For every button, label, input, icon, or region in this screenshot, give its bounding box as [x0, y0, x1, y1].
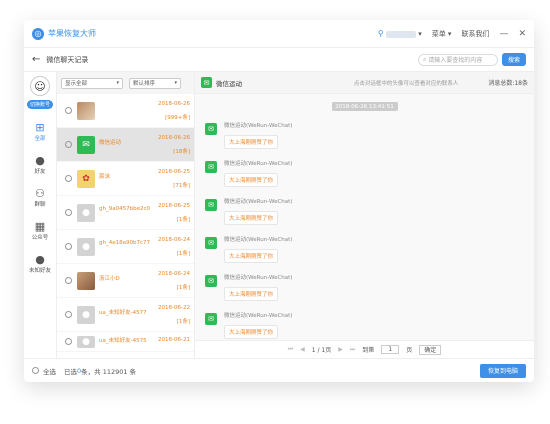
row-radio[interactable]: [65, 277, 72, 284]
row-radio[interactable]: [65, 243, 72, 250]
last-page-button[interactable]: ⏭: [350, 346, 355, 354]
search-input[interactable]: ⌕ 请输入要查找的内容: [417, 53, 498, 66]
first-page-button[interactable]: ⏮: [288, 346, 293, 354]
next-page-button[interactable]: ▶: [338, 346, 343, 353]
person-icon: ●: [35, 154, 45, 167]
default-avatar-icon: ●: [77, 335, 95, 348]
group-icon: ⚇: [35, 187, 45, 200]
chat-message: ✉ 微信运动(WeRun-WeChat) 大上海刚刚赞了你: [205, 197, 534, 225]
default-avatar-icon: ●: [77, 305, 95, 324]
page-number-input[interactable]: 1: [381, 345, 400, 354]
sidebar-item-all[interactable]: ⊞ 全部: [34, 121, 46, 143]
goto-label: 到第: [362, 347, 375, 354]
chat-message: ✉ 微信运动(WeRun-WeChat) 大上海刚刚赞了你: [205, 311, 534, 339]
selected-prefix: 已选: [64, 367, 77, 376]
page-info: 1 / 1页: [311, 347, 332, 354]
selected-suffix: 条，共 112901 条: [81, 367, 137, 376]
user-icon: ⚲: [377, 29, 384, 38]
sidebar-item-official[interactable]: ▦ 公众号: [31, 220, 49, 242]
chat-hint: 点击对话框中的头像可以查看对应的联系人: [353, 80, 459, 87]
select-all-radio[interactable]: [32, 367, 39, 374]
chat-message: ✉ 微信运动(WeRun-WeChat) 大上海刚刚赞了你: [205, 235, 534, 263]
list-item[interactable]: ✿ 宸沫 2018-06-25 [71条]: [57, 162, 194, 196]
app-window: ◎ 苹果恢复大师 ⚲ ▾ 菜单 ▾ 联系我们 — ✕ ← 微信聊天记录 ⌕ 请输…: [24, 20, 534, 382]
sidebar-item-label: 全部: [34, 136, 46, 142]
sidebar-item-label: 未知好友: [28, 268, 51, 274]
page-title: 微信聊天记录: [46, 55, 89, 64]
default-avatar-icon: ●: [77, 203, 95, 222]
select-all-label[interactable]: 全选: [43, 366, 56, 376]
chat-message: ✉ 微信运动(WeRun-WeChat) 大上海刚刚赞了你: [205, 159, 534, 187]
sidebar: ☺ 切换账号 ⊞ 全部 ● 好友 ⚇ 群聊 ▦ 公众号 ● 未知好友: [24, 72, 57, 358]
title-bar: ◎ 苹果恢复大师 ⚲ ▾ 菜单 ▾ 联系我们 — ✕: [24, 20, 534, 48]
list-item[interactable]: 2018-06-26 [999+条]: [57, 94, 194, 128]
sender-avatar-icon[interactable]: ✉: [205, 237, 217, 249]
search-placeholder: 请输入要查找的内容: [428, 57, 483, 64]
sender-avatar-icon[interactable]: ✉: [205, 199, 217, 211]
recover-to-computer-button[interactable]: 恢复到电脑: [479, 363, 526, 378]
unknown-person-icon: ●: [35, 253, 45, 266]
sidebar-item-label: 公众号: [31, 235, 49, 241]
username-blurred: [385, 30, 416, 38]
sender-avatar-icon[interactable]: ✉: [205, 123, 217, 135]
filter-select[interactable]: 显示全部 ▾: [61, 77, 123, 89]
contact-button[interactable]: 联系我们: [461, 29, 489, 39]
wechat-icon: ✉: [77, 135, 95, 154]
row-radio[interactable]: [65, 141, 72, 148]
switch-account-button[interactable]: 切换账号: [26, 100, 53, 109]
contact-thumbnail: [77, 101, 95, 120]
sender-avatar-icon[interactable]: ✉: [205, 161, 217, 173]
contact-thumbnail: [77, 271, 95, 290]
conversation-list: 显示全部 ▾ 默认排序 ▾ 2018-06-26 [999+条] ✉ 微信运动 2018-…: [57, 72, 195, 358]
chat-title: 微信运动: [216, 79, 242, 88]
list-item[interactable]: 浙江小D 2018-06-24 [1条]: [57, 264, 194, 298]
user-account[interactable]: ⚲ ▾: [378, 29, 422, 38]
menu-button[interactable]: 菜单 ▾: [432, 29, 452, 39]
sidebar-item-unknown[interactable]: ● 未知好友: [28, 253, 51, 275]
footer-bar: 全选 已选 0 条，共 112901 条 恢复到电脑: [24, 358, 534, 382]
wechat-icon: ✉: [201, 77, 212, 88]
app-name: 苹果恢复大师: [48, 29, 96, 38]
prev-page-button[interactable]: ◀: [300, 346, 305, 353]
list-item[interactable]: ● gh_9a0457bbe2c0 2018-06-25 [1条]: [57, 196, 194, 230]
sidebar-item-label: 群聊: [34, 202, 46, 208]
close-button[interactable]: ✕: [518, 29, 526, 39]
contact-thumbnail: ✿: [77, 169, 95, 188]
chat-message: ✉ 微信运动(WeRun-WeChat) 大上海刚刚赞了你: [205, 121, 534, 149]
default-avatar-icon: ●: [77, 237, 95, 256]
row-radio[interactable]: [65, 338, 72, 345]
row-radio[interactable]: [65, 175, 72, 182]
page-unit: 页: [406, 347, 413, 354]
date-separator: 2018-06-26 13:41:51: [331, 102, 398, 111]
list-item[interactable]: ● ua_未知好友-4577 2018-06-22 [1条]: [57, 298, 194, 332]
row-radio[interactable]: [65, 107, 72, 114]
list-item[interactable]: ● ua_未知好友-4575 2018-06-21: [57, 332, 194, 352]
chevron-down-icon: ▾: [418, 30, 422, 38]
chat-panel: ✉ 微信运动 点击对话框中的头像可以查看对应的联系人 消息总数:18条 2018…: [195, 72, 534, 358]
back-arrow-icon[interactable]: ←: [32, 54, 40, 65]
sidebar-item-label: 好友: [34, 169, 46, 175]
row-radio[interactable]: [65, 209, 72, 216]
sub-toolbar: ← 微信聊天记录 ⌕ 请输入要查找的内容 搜索: [24, 48, 534, 72]
list-item[interactable]: ● gh_4e18a90b7c77 2018-06-24 [1条]: [57, 230, 194, 264]
avatar[interactable]: ☺: [30, 76, 50, 96]
sender-avatar-icon[interactable]: ✉: [205, 313, 217, 325]
sort-select[interactable]: 默认排序 ▾: [129, 77, 181, 89]
minimize-button[interactable]: —: [499, 29, 508, 39]
list-item[interactable]: ✉ 微信运动 2018-06-26 [18条]: [57, 128, 194, 162]
sidebar-item-friends[interactable]: ● 好友: [34, 154, 46, 176]
search-button[interactable]: 搜索: [501, 53, 526, 66]
search-icon: ⌕: [422, 55, 427, 63]
apps-icon: ▦: [34, 220, 46, 233]
chat-message: ✉ 微信运动(WeRun-WeChat) 大上海刚刚赞了你: [205, 273, 534, 301]
pagination: ⏮ ◀ 1 / 1页 ▶ ⏭ 到第 1 页 确定: [195, 340, 534, 358]
sidebar-item-groups[interactable]: ⚇ 群聊: [34, 187, 46, 209]
app-logo-icon: ◎: [32, 27, 44, 40]
message-total: 消息总数:18条: [488, 80, 528, 87]
goto-confirm-button[interactable]: 确定: [419, 344, 442, 355]
grid-icon: ⊞: [35, 121, 45, 134]
row-radio[interactable]: [65, 311, 72, 318]
sender-avatar-icon[interactable]: ✉: [205, 275, 217, 287]
